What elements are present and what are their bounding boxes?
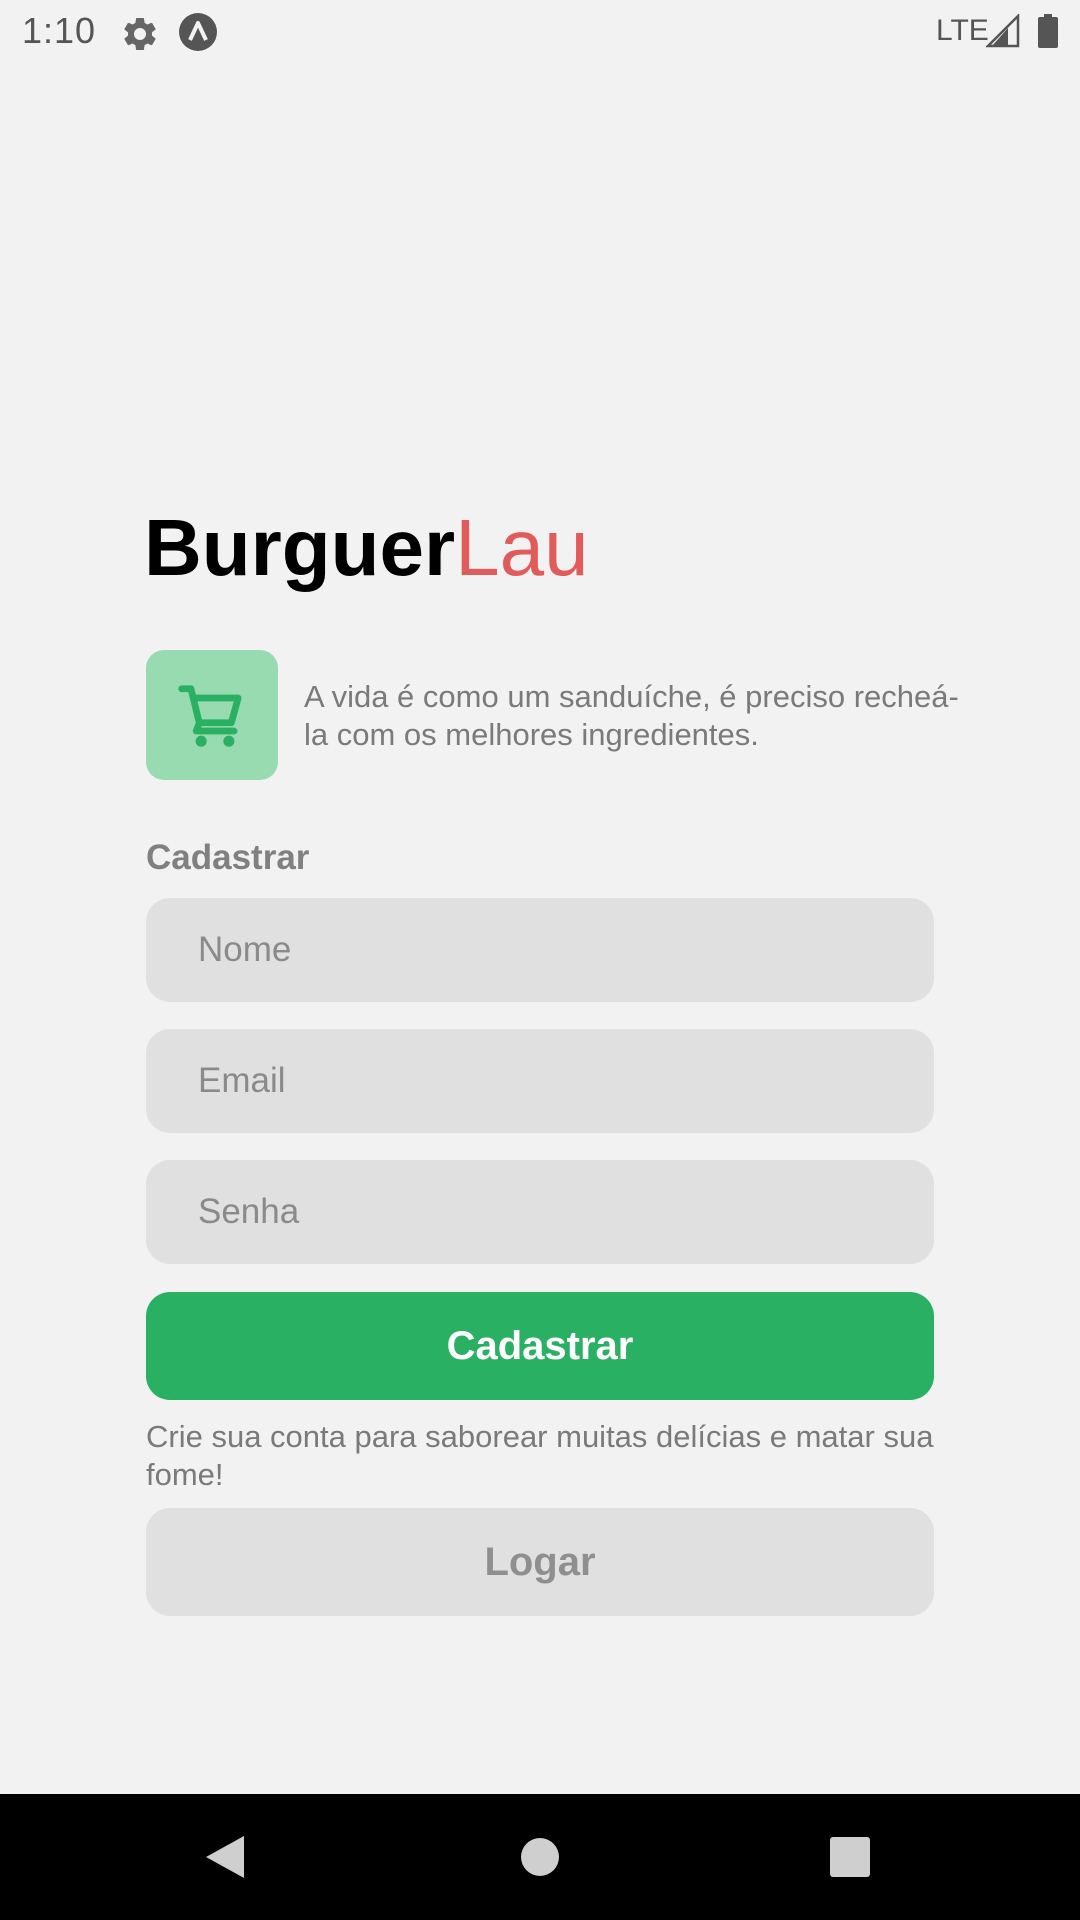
home-icon[interactable] [520,1837,560,1877]
battery-icon [1038,14,1058,48]
brand-title: BurguerLau [144,500,589,596]
app-notification-icon [178,12,218,52]
brand-title-primary: Burguer [144,503,456,592]
register-button[interactable]: Cadastrar [146,1292,934,1400]
navigation-bar [0,1794,1080,1920]
shopping-cart-icon [178,685,242,747]
back-icon[interactable] [204,1834,246,1880]
form-title: Cadastrar [146,838,310,877]
login-button[interactable]: Logar [146,1508,934,1616]
signal-icon [984,12,1020,48]
status-bar: 1:10 LTE [0,0,1080,64]
name-input[interactable] [146,898,934,1002]
cart-tile [146,650,278,780]
email-input[interactable] [146,1029,934,1133]
password-input[interactable] [146,1160,934,1264]
tagline: A vida é como um sanduíche, é preciso re… [304,679,959,752]
brand-title-accent: Lau [455,503,589,592]
gear-icon [120,14,160,54]
helper-text: Crie sua conta para saborear muitas delí… [146,1419,934,1492]
network-type: LTE [936,14,989,47]
recents-icon[interactable] [830,1837,870,1877]
status-time: 1:10 [22,10,97,51]
